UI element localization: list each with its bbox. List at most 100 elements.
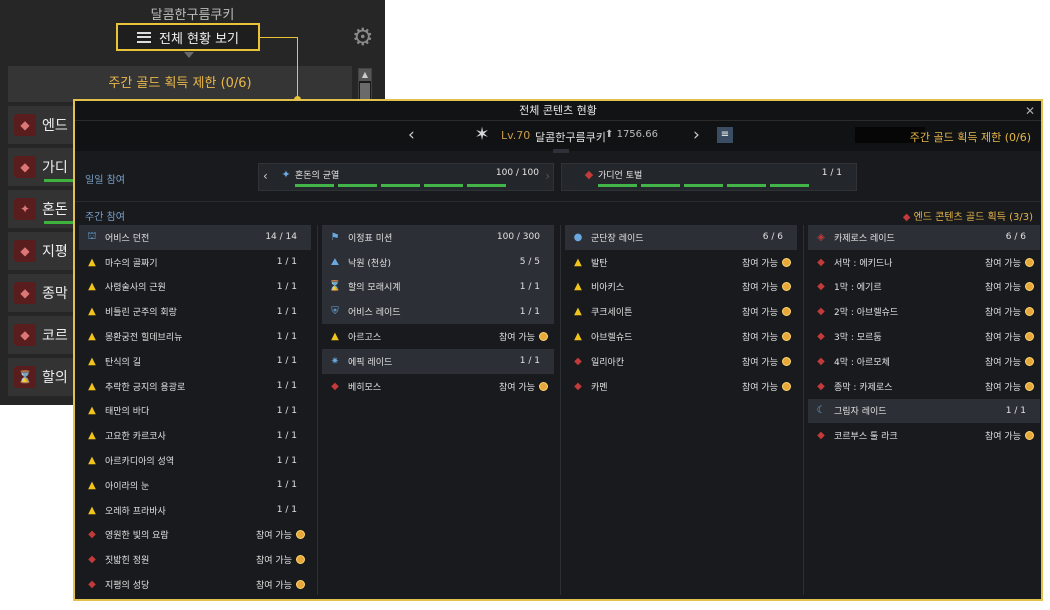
gold-coin-icon	[782, 257, 791, 267]
warning-icon: ▲	[88, 479, 96, 491]
content-value: 참여 가능	[256, 581, 292, 592]
category-header[interactable]: ✷ 에픽 레이드 1 / 1	[322, 348, 554, 374]
content-row[interactable]: ▲ 태만의 바다 1 / 1	[79, 399, 311, 424]
menu-icon[interactable]: ≡	[717, 127, 733, 143]
bg-content-label: 엔드	[42, 118, 68, 134]
content-name: 베히모스	[348, 382, 382, 393]
content-row[interactable]: ◆ 베히모스 참여 가능	[322, 374, 554, 399]
legion-icon: ●	[573, 231, 583, 243]
content-value: 1 / 1	[276, 430, 297, 441]
daily-chaos-rift[interactable]: ‹ ✦ 혼돈의 균열 100 / 100 ›	[258, 163, 554, 191]
next-character-icon[interactable]: ›	[693, 125, 700, 145]
bg-content-row[interactable]: ◆ 종막	[8, 274, 74, 312]
content-row[interactable]: ▲ 추락한 긍지의 용광로 1 / 1	[79, 374, 311, 399]
window-title: 전체 콘텐츠 현황	[519, 104, 597, 117]
paradise-icon: ⛰	[330, 256, 340, 268]
content-value: 1 / 1	[276, 480, 297, 491]
category-header[interactable]: ⛰ 낙원 (천상) 5 / 5	[322, 249, 554, 275]
category-header[interactable]: ☾ 그림자 레이드 1 / 1	[808, 398, 1040, 424]
content-row[interactable]: ▲ 아브렐슈드 참여 가능	[565, 324, 797, 349]
content-value: 1 / 1	[276, 455, 297, 466]
content-value: 참여 가능	[742, 258, 778, 269]
daily-label: 일일 참여	[85, 175, 125, 186]
dungeon-icon: ⛫	[87, 230, 97, 242]
column: ⚑ 이정표 미션 100 / 300 ⛰ 낙원 (천상) 5 / 5 ⌛ 할의 모래시계 1 /…	[322, 225, 554, 399]
content-row[interactable]: ▲ 마수의 골짜기 1 / 1	[79, 250, 311, 275]
chevron-left-icon[interactable]: ‹	[263, 169, 268, 183]
content-row[interactable]: ▲ 아르카디아의 성역 1 / 1	[79, 448, 311, 473]
raid-icon: ◆	[817, 281, 825, 293]
content-row[interactable]: ◆ 지평의 성당 참여 가능	[79, 572, 311, 597]
content-row[interactable]: ▲ 몽환궁전 힐데브리뉴 1 / 1	[79, 324, 311, 349]
bg-content-row[interactable]: ✦ 혼돈	[8, 190, 74, 228]
warning-icon: ▲	[88, 455, 96, 467]
chevron-right-icon[interactable]: ›	[545, 169, 550, 183]
category-header[interactable]: ● 군단장 레이드 6 / 6	[565, 225, 797, 250]
bg-content-row[interactable]: ◆ 가디	[8, 148, 74, 186]
content-row[interactable]: ◆ 종막 : 카제로스 참여 가능	[808, 374, 1040, 399]
content-row[interactable]: ▲ 비틀린 군주의 회랑 1 / 1	[79, 299, 311, 324]
bg-content-row[interactable]: ◆ 엔드	[8, 106, 74, 144]
content-row[interactable]: ◆ 4막 : 아르모체 참여 가능	[808, 349, 1040, 374]
view-all-label: 전체 현황 보기	[158, 31, 240, 47]
content-row[interactable]: ▲ 발탄 참여 가능	[565, 250, 797, 275]
content-row[interactable]: ◆ 서막 : 에키드나 참여 가능	[808, 250, 1040, 275]
category-header[interactable]: ⛨ 어비스 레이드 1 / 1	[322, 299, 554, 325]
content-value: 1 / 1	[276, 331, 297, 342]
warning-icon: ▲	[88, 380, 96, 392]
content-row[interactable]: ▲ 비아키스 참여 가능	[565, 275, 797, 300]
content-row[interactable]: ▲ 아르고스 참여 가능	[322, 324, 554, 349]
content-value: 참여 가능	[985, 357, 1021, 368]
prev-character-icon[interactable]: ‹	[408, 125, 415, 145]
bg-content-row[interactable]: ◆ 지평	[8, 232, 74, 270]
content-row[interactable]: ◆ 2막 : 아브렐슈드 참여 가능	[808, 299, 1040, 324]
category-header[interactable]: ⛫ 어비스 던전 14 / 14	[79, 225, 311, 250]
raid-icon: ◆	[817, 380, 825, 392]
raid-icon: ◆	[574, 380, 582, 392]
content-name: 짓밟힌 정원	[105, 556, 150, 567]
warning-icon: ▲	[574, 306, 582, 318]
content-row[interactable]: ◆ 짓밟힌 정원 참여 가능	[79, 547, 311, 572]
category-header[interactable]: ⌛ 할의 모래시계 1 / 1	[322, 274, 554, 300]
daily-guardian-raid[interactable]: ◆ 가디언 토벌 1 / 1	[561, 163, 857, 191]
bg-content-label: 혼돈	[42, 202, 68, 218]
gear-icon[interactable]: ⚙	[352, 24, 374, 50]
content-value: 1 / 1	[519, 356, 540, 367]
item-level: ⬆ 1756.66	[605, 129, 658, 140]
scroll-up-icon[interactable]: ▲	[359, 69, 371, 81]
content-value: 1 / 1	[276, 405, 297, 416]
epic-raid-icon: ✷	[330, 355, 340, 367]
content-row[interactable]: ▲ 탄식의 길 1 / 1	[79, 349, 311, 374]
abyss-raid-icon: ⛨	[331, 306, 339, 318]
raid-icon: ◆	[817, 306, 825, 318]
warning-icon: ▲	[88, 331, 96, 343]
content-name: 할의 모래시계	[348, 283, 401, 294]
content-row[interactable]: ▲ 오레하 프라바사 1 / 1	[79, 498, 311, 523]
character-level: Lv.70	[501, 129, 531, 142]
list-icon	[136, 31, 151, 43]
gold-coin-icon	[296, 580, 305, 590]
category-header[interactable]: ◈ 카제로스 레이드 6 / 6	[808, 225, 1040, 250]
content-row[interactable]: ▲ 쿠크세이튼 참여 가능	[565, 299, 797, 324]
content-row[interactable]: ◆ 1막 : 에기르 참여 가능	[808, 275, 1040, 300]
gold-coin-icon	[1025, 307, 1034, 317]
content-status-window: 전체 콘텐츠 현황 ✕ ‹ ✶ Lv.70 달콤한구름쿠키 ⬆ 1756.66 …	[73, 99, 1043, 601]
bg-content-row[interactable]: ◆ 코르	[8, 316, 74, 354]
category-header[interactable]: ⚑ 이정표 미션 100 / 300	[322, 225, 554, 250]
content-row[interactable]: ▲ 사령술사의 근원 1 / 1	[79, 275, 311, 300]
daily-name: 혼돈의 균열	[295, 171, 340, 181]
content-row[interactable]: ◆ 일리아칸 참여 가능	[565, 349, 797, 374]
content-row[interactable]: ◆ 코르부스 툴 라크 참여 가능	[808, 423, 1040, 448]
content-row[interactable]: ▲ 고요한 카르코사 1 / 1	[79, 423, 311, 448]
content-name: 코르부스 툴 라크	[834, 432, 898, 443]
close-icon[interactable]: ✕	[1025, 101, 1035, 121]
bg-content-row[interactable]: ⌛ 할의	[8, 358, 74, 396]
view-all-button[interactable]: 전체 현황 보기	[116, 23, 260, 51]
content-name: 낙원 (천상)	[348, 258, 392, 269]
content-row[interactable]: ▲ 아이라의 눈 1 / 1	[79, 473, 311, 498]
content-name: 태만의 바다	[105, 407, 150, 418]
content-row[interactable]: ◆ 영원한 빛의 요람 참여 가능	[79, 523, 311, 548]
content-row[interactable]: ◆ 3막 : 모르둠 참여 가능	[808, 324, 1040, 349]
content-row[interactable]: ◆ 카멘 참여 가능	[565, 374, 797, 399]
content-name: 아르카디아의 성역	[105, 457, 175, 468]
